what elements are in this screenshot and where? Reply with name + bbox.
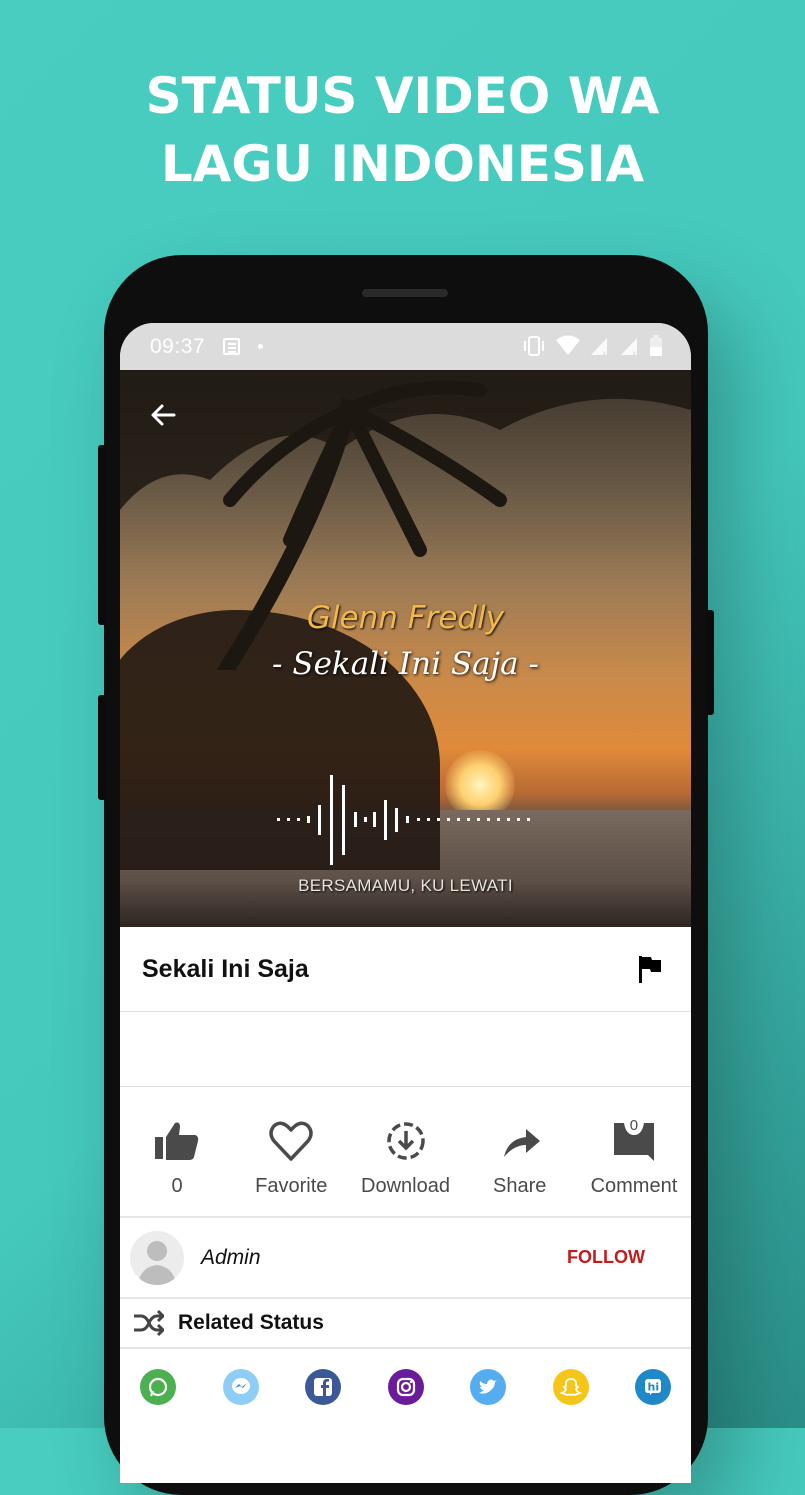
hike-icon[interactable]: hi [635, 1369, 671, 1405]
svg-text:x: x [632, 349, 637, 357]
svg-text:hi: hi [648, 1381, 660, 1394]
related-status-label: Related Status [178, 1311, 324, 1334]
like-button[interactable]: 0 [120, 1087, 234, 1216]
signal-no-service-icon: x [591, 338, 607, 357]
video-lyric-text: BERSAMAMU, KU LEWATI [298, 876, 513, 895]
flag-icon[interactable] [637, 954, 663, 984]
video-song-text: - Sekali Ini Saja - [272, 646, 539, 682]
headline-line-2: LAGU INDONESIA [160, 135, 645, 193]
comment-button[interactable]: 0 Comment [577, 1087, 691, 1216]
share-apps-row: hi [120, 1349, 691, 1425]
vibrate-icon [524, 336, 544, 356]
author-name[interactable]: Admin [201, 1246, 567, 1270]
snapchat-icon[interactable] [552, 1369, 589, 1405]
arrow-left-icon[interactable] [148, 400, 178, 430]
audio-waveform [277, 775, 530, 865]
phone-speaker [362, 289, 448, 297]
news-icon [223, 338, 241, 355]
phone-side-button [706, 610, 714, 715]
wifi-icon [556, 335, 580, 355]
twitter-icon[interactable] [470, 1369, 506, 1405]
action-bar: 0 Favorite Download Share 0 Comment [120, 1087, 691, 1218]
favorite-button[interactable]: Favorite [234, 1087, 348, 1216]
phone-side-button [98, 695, 106, 800]
related-status-header[interactable]: Related Status [120, 1299, 691, 1349]
comment-count-badge: 0 [629, 1117, 639, 1134]
messenger-icon[interactable] [222, 1369, 259, 1405]
share-icon [503, 1129, 540, 1157]
status-bar: 09:37 x x [120, 323, 691, 370]
thumbs-up-icon [155, 1122, 199, 1160]
description-area [120, 1012, 691, 1087]
shuffle-icon [134, 1309, 164, 1337]
status-time: 09:37 [150, 334, 206, 358]
promo-headline: STATUS VIDEO WA LAGU INDONESIA [0, 62, 805, 198]
share-label: Share [493, 1175, 547, 1197]
status-title-row: Sekali Ini Saja [120, 927, 691, 1012]
signal-no-service-icon: x [621, 338, 637, 357]
video-player[interactable]: Glenn Fredly - Sekali Ini Saja - BERSAMA… [120, 370, 691, 927]
download-icon [386, 1122, 425, 1160]
follow-button[interactable]: FOLLOW [567, 1247, 645, 1268]
like-count: 0 [171, 1175, 183, 1197]
avatar[interactable] [130, 1230, 184, 1285]
download-button[interactable]: Download [348, 1087, 462, 1216]
phone-side-button [98, 445, 106, 625]
video-artist-text: Glenn Fredly [306, 600, 505, 636]
heart-icon [269, 1121, 314, 1161]
download-label: Download [361, 1175, 450, 1197]
phone-frame: 09:37 x x Glenn Fredly - Sekali Ini Saja… [98, 255, 714, 1495]
user-silhouette-icon [138, 1240, 176, 1285]
comment-label: Comment [590, 1175, 678, 1197]
battery-icon [650, 335, 662, 356]
author-row: Admin FOLLOW [120, 1218, 691, 1299]
dot-icon [258, 344, 264, 349]
svg-text:x: x [602, 349, 607, 357]
favorite-label: Favorite [255, 1175, 328, 1197]
instagram-icon[interactable] [387, 1369, 424, 1405]
facebook-icon[interactable] [305, 1369, 341, 1405]
headline-line-1: STATUS VIDEO WA [145, 67, 660, 125]
status-title: Sekali Ini Saja [142, 954, 309, 983]
whatsapp-icon[interactable] [140, 1369, 176, 1405]
app-screen: 09:37 x x Glenn Fredly - Sekali Ini Saja… [120, 323, 691, 1483]
share-button[interactable]: Share [463, 1087, 577, 1216]
